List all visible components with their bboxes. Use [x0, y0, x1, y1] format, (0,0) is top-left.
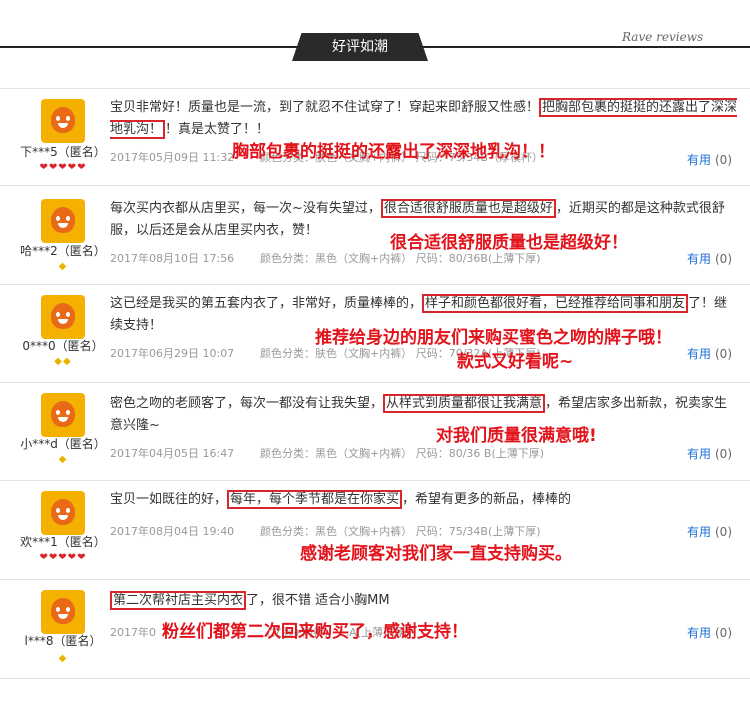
- review-item: 哈***2（匿名） ◆ 每次买内衣都从店里买，每一次~没有失望过， 很合适很舒服质…: [0, 185, 750, 284]
- review-item: 欢***1（匿名） ❤❤❤❤❤ 宝贝一如既往的好， 每年，每个季节都是在你家买 ，希…: [0, 480, 750, 579]
- reviewer-level-icon: ◆: [58, 261, 68, 272]
- avatar: [41, 393, 85, 437]
- review-item: 0***0（匿名） ◆◆ 这已经是我买的第五套内衣了，非常好，质量棒棒的， 样子和…: [0, 284, 750, 382]
- useful-button[interactable]: 有用 (0): [687, 445, 732, 462]
- avatar-icon: [51, 598, 75, 624]
- useful-button[interactable]: 有用 (0): [687, 345, 732, 362]
- avatar: [41, 491, 85, 535]
- reviewer-level-icon: ◆: [58, 653, 68, 664]
- reviewer-name: 小***d（匿名）: [20, 437, 106, 451]
- review-meta: 2017年04月05日 16:47 颜色分类：黑色（文胸+内裤） 尺码：80/36…: [110, 447, 545, 460]
- avatar-icon: [51, 107, 75, 133]
- review-meta: 2017年08月04日 19:40 颜色分类：黑色（文胸+内裤） 尺码：75/34…: [110, 525, 541, 538]
- promo-annotation: 感谢老顾客对我们家一直支持购买。: [300, 544, 572, 564]
- review-text: 密色之吻的老顾客了，每次一都没有让我失望， 从样式到质量都很让我满意 ，希望店家多出…: [110, 394, 728, 433]
- promo-annotation: 对我们质量很满意哦!: [436, 426, 597, 446]
- reviewer-name: 欢***1（匿名）: [20, 535, 106, 549]
- review-item: 下***5（匿名） ❤❤❤❤❤ 宝贝非常好！质量也是一流，到了就忍不住试穿了！穿…: [0, 88, 750, 185]
- section-title: 好评如潮: [292, 33, 428, 61]
- review-highlight: 从样式到质量都很让我满意: [383, 394, 546, 413]
- avatar-icon: [51, 499, 75, 525]
- section-subtitle: Rave reviews: [622, 30, 704, 44]
- avatar: [41, 199, 85, 243]
- useful-button[interactable]: 有用 (0): [687, 624, 732, 641]
- avatar: [41, 590, 85, 634]
- avatar-icon: [51, 207, 75, 233]
- review-highlight: 每年，每个季节都是在你家买: [227, 490, 403, 509]
- review-highlight: 第二次帮衬店主买内衣: [110, 591, 247, 610]
- review-text: 宝贝非常好！质量也是一流，到了就忍不住试穿了！穿起来即舒服又性感！ 把胸部包裹的挺…: [110, 98, 738, 139]
- avatar: [41, 295, 85, 339]
- reviewer-name: 哈***2（匿名）: [20, 244, 106, 258]
- reviewer-level-icon: ◆◆: [54, 356, 72, 367]
- avatar-icon: [51, 401, 75, 427]
- review-highlight: 很合适很舒服质量也是超级好: [380, 199, 556, 218]
- useful-button[interactable]: 有用 (0): [687, 250, 732, 267]
- avatar: [41, 99, 85, 143]
- review-item: 小***d（匿名） ◆ 密色之吻的老顾客了，每次一都没有让我失望， 从样式到质量都…: [0, 382, 750, 480]
- reviewer-name: 0***0（匿名）: [22, 339, 104, 353]
- review-text: 宝贝一如既往的好， 每年，每个季节都是在你家买 ，希望有更多的新品，棒棒的: [110, 490, 572, 509]
- reviewer-level-icon: ❤❤❤❤❤: [39, 552, 87, 563]
- section-header: 好评如潮 Rave reviews: [0, 0, 750, 66]
- promo-annotation: 推荐给身边的朋友们来购买蜜色之吻的牌子哦！: [315, 328, 672, 348]
- reviewer-level-icon: ◆: [58, 454, 68, 465]
- review-highlight: 样子和颜色都很好看，已经推荐给同事和朋友: [422, 294, 689, 313]
- promo-annotation: 粉丝们都第二次回来购买了，感谢支持！: [162, 622, 468, 642]
- useful-button[interactable]: 有用 (0): [687, 523, 732, 540]
- avatar-icon: [51, 303, 75, 329]
- promo-annotation: 胸部包裹的挺挺的还露出了深深地乳沟！！: [232, 142, 555, 162]
- review-item: l***8（匿名） ◆ 第二次帮衬店主买内衣 了，很不错 适合小胸MM 2017年…: [0, 579, 750, 679]
- promo-annotation: 款式又好看呢~: [457, 352, 574, 372]
- useful-button[interactable]: 有用 (0): [687, 151, 732, 168]
- reviewer-name: l***8（匿名）: [24, 634, 102, 648]
- reviewer-level-icon: ❤❤❤❤❤: [39, 162, 87, 173]
- review-text: 第二次帮衬店主买内衣 了，很不错 适合小胸MM: [110, 590, 740, 612]
- promo-annotation: 很合适很舒服质量也是超级好！: [390, 233, 628, 253]
- reviewer-name: 下***5（匿名）: [20, 145, 106, 159]
